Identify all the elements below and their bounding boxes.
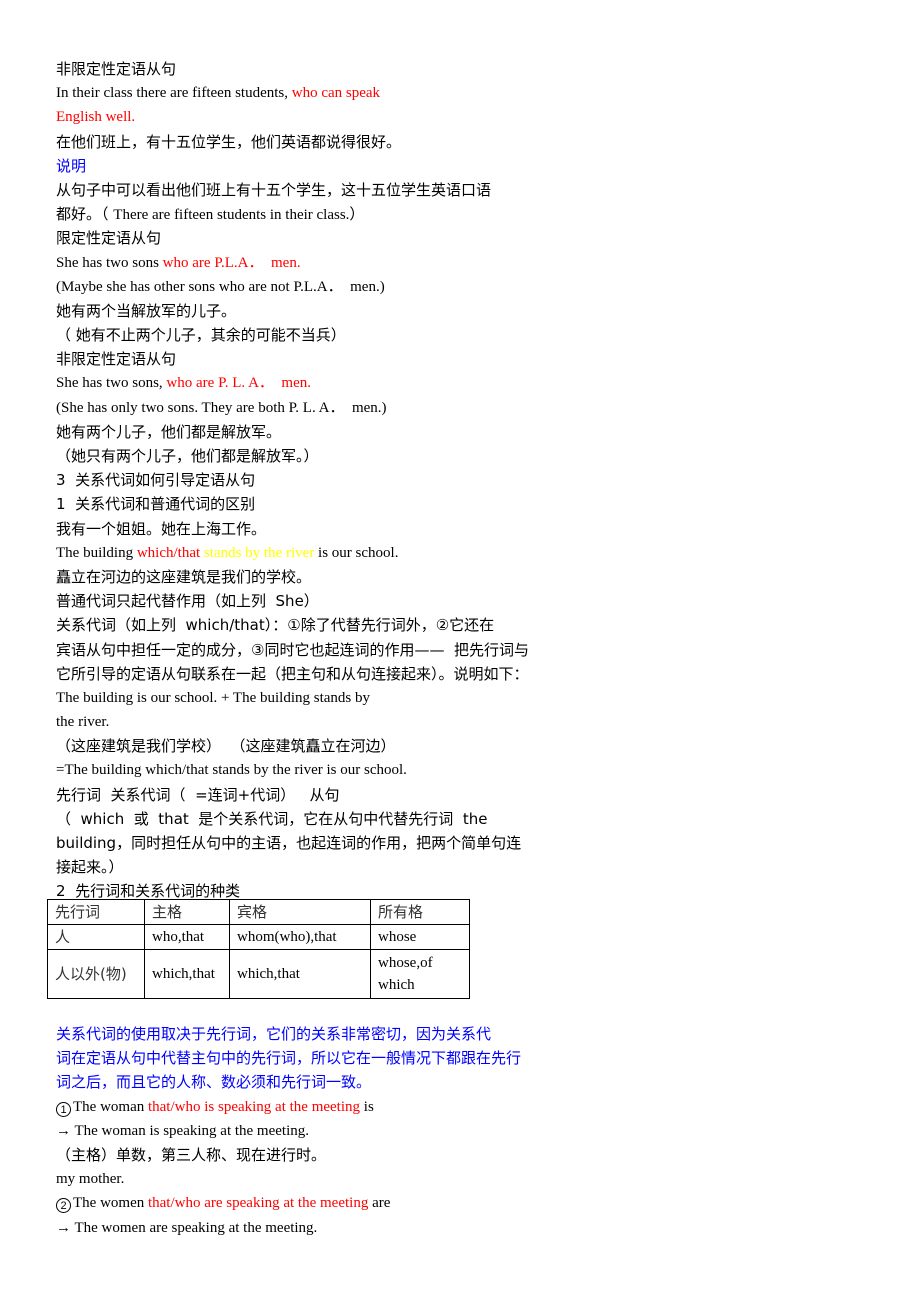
note-text-continued: 都好。（ There are fifteen students in their… <box>56 202 616 226</box>
relative-pronoun-explanation: 宾语从句中担任一定的成分，③同时它也起连词的作用—— 把先行词与 <box>56 640 529 659</box>
example-clause-red: that/who are speaking at the meeting <box>147 1195 369 1212</box>
table-header: 主格 <box>144 899 230 925</box>
translation: 她有两个儿子，他们都是解放军。 <box>56 422 282 441</box>
note-text: 从句子中可以看出他们班上有十五个学生，这十五位学生英语口语 <box>56 180 492 199</box>
translation-note: （ 她有不止两个儿子，其余的可能不当兵） <box>56 326 346 345</box>
table-header: 宾格 <box>229 899 371 925</box>
table-cell: which,that <box>229 949 371 999</box>
note-cn: 都好。（ <box>56 205 114 224</box>
building-plain-end: is our school. <box>318 544 399 561</box>
table-header: 所有格 <box>370 899 470 925</box>
relative-pronoun-explanation: 它所引导的定语从句联系在一起（把主句和从句连接起来）。说明如下： <box>56 664 529 683</box>
structure-label: 先行词 关系代词（ =连词+代词） 从句 <box>56 785 340 804</box>
building-sentence: The building which/that stands by the ri… <box>56 541 616 565</box>
circled-number-icon: 2 <box>56 1198 71 1214</box>
agreement-note: 词在定语从句中代替主句中的先行词，所以它在一般情况下都跟在先行 <box>56 1049 522 1068</box>
table-cell: whose,of which <box>370 949 470 999</box>
structure-explanation: 接起来。） <box>56 858 124 877</box>
example-1-arrow: → The woman is speaking at the meeting. <box>56 1122 310 1139</box>
example-plain: She has two sons, <box>56 375 167 392</box>
example-clause-red: who are P.L.A． men. <box>162 254 301 271</box>
table-cell: 人 <box>47 924 145 950</box>
subheading-1: 1 关系代词和普通代词的区别 <box>56 495 256 514</box>
example-clause-red: who can speak <box>291 85 381 102</box>
combine-translation: （这座建筑是我们学校） （这座建筑矗立在河边） <box>56 737 396 756</box>
structure-explanation: building，同时担任从句中的主语，也起连词的作用，把两个简单句连 <box>56 834 522 852</box>
heading-section-3: 3 关系代词如何引导定语从句 <box>56 471 256 490</box>
example-plain: The woman <box>73 1098 148 1115</box>
example-sentence: She has two sons, who are P. L. A． men. <box>56 371 616 395</box>
example-1-end: my mother. <box>56 1171 125 1188</box>
example-note: (She has only two sons. They are both P.… <box>56 399 387 416</box>
combined-sentence: =The building which/that stands by the r… <box>56 762 407 779</box>
heading-nonrestrictive: 非限定性定语从句 <box>56 350 177 369</box>
example-sentence: In their class there are fifteen student… <box>56 81 616 105</box>
table-cell: which,that <box>144 949 230 999</box>
table-cell: who,that <box>144 924 230 950</box>
table-cell: whose <box>370 924 470 950</box>
translation: 她有两个当解放军的儿子。 <box>56 301 237 320</box>
table-header: 先行词 <box>47 899 145 925</box>
table-row: 人 who,that whom(who),that whose <box>47 924 470 950</box>
heading-nonrestrictive: 非限定性定语从句 <box>56 60 177 78</box>
table-cell: whom(who),that <box>229 924 371 950</box>
example-plain: In their class there are fifteen student… <box>56 85 292 102</box>
example-cn: 我有一个姐姐。她在上海工作。 <box>56 519 267 538</box>
example-1-note: （主格）单数，第三人称、现在进行时。 <box>56 1145 327 1164</box>
building-plain: The building <box>56 544 137 561</box>
table-row: 人以外(物) which,that which,that whose,of wh… <box>47 949 470 999</box>
structure-explanation: （ which 或 that 是个关系代词，它在从句中代替先行词 the <box>56 809 488 828</box>
example-plain: She has two sons <box>56 254 163 271</box>
table-cell: 人以外(物) <box>47 949 145 999</box>
translation-note: （她只有两个儿子，他们都是解放军。） <box>56 447 319 465</box>
clause-yellow: stands by the river <box>203 544 319 561</box>
example-2: 2 The women that/who are speaking at the … <box>56 1191 616 1215</box>
example-note: (Maybe she has other sons who are not P.… <box>56 278 385 295</box>
document-body: 非限定性定语从句 In their class there are fiftee… <box>56 57 616 904</box>
example-plain: The women <box>73 1195 148 1212</box>
example-1: 1 The woman that/who is speaking at the m… <box>56 1095 616 1119</box>
example-sentence: She has two sons who are P.L.A． men. <box>56 251 616 275</box>
example-clause-red: who are P. L. A． men. <box>166 375 311 392</box>
building-translation: 矗立在河边的这座建筑是我们的学校。 <box>56 567 312 586</box>
note-label: 说明 <box>56 156 87 175</box>
note-en: There are fifteen students in their clas… <box>113 207 365 224</box>
ordinary-pronoun-note: 普通代词只起代替作用（如上列 She） <box>56 592 319 611</box>
relative-pronoun-explanation: 关系代词（如上列 which/that）：①除了代替先行词外，②它还在 <box>56 616 495 635</box>
agreement-section: 关系代词的使用取决于先行词，它们的关系非常密切，因为关系代 词在定语从句中代替主… <box>56 1022 616 1240</box>
table-header-row: 先行词 主格 宾格 所有格 <box>47 899 470 925</box>
agreement-note: 关系代词的使用取决于先行词，它们的关系非常密切，因为关系代 <box>56 1025 492 1043</box>
relative-pronoun-table: 先行词 主格 宾格 所有格 人 who,that whom(who),that … <box>47 899 470 999</box>
translation: 在他们班上，有十五位学生，他们英语都说得很好。 <box>56 132 402 151</box>
combine-example: The building is our school. + The buildi… <box>56 689 370 706</box>
example-2-arrow: → The women are speaking at the meeting. <box>56 1219 318 1236</box>
heading-restrictive: 限定性定语从句 <box>56 229 162 248</box>
circled-number-icon: 1 <box>56 1101 71 1117</box>
example-clause-red: that/who is speaking at the meeting <box>147 1098 361 1115</box>
agreement-note: 词之后，而且它的人称、数必须和先行词一致。 <box>56 1073 372 1092</box>
example-clause-red-continued: English well. <box>56 109 136 126</box>
combine-example: the river. <box>56 714 110 731</box>
example-tail: is <box>360 1098 374 1115</box>
relative-pronoun-red: which/that <box>136 544 204 561</box>
example-tail: are <box>368 1195 391 1212</box>
